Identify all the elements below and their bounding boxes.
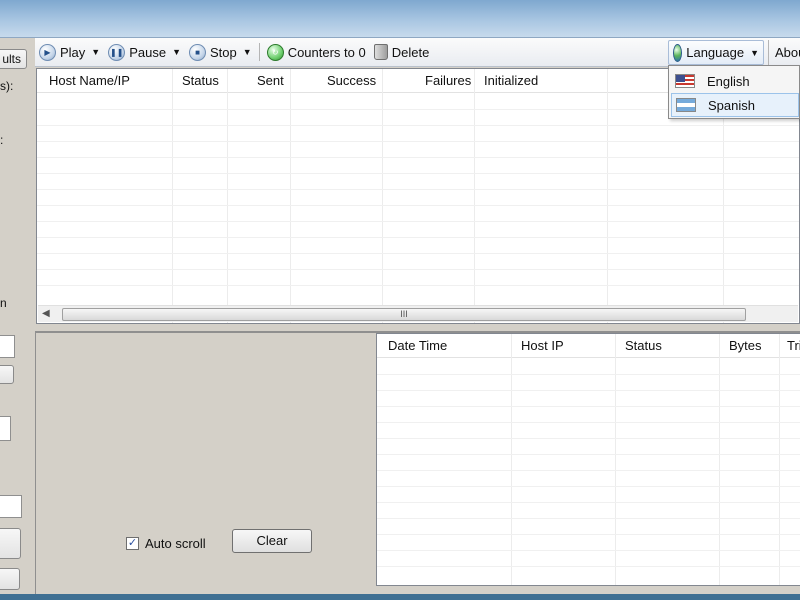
pause-icon: ❚❚ — [108, 43, 126, 61]
scrollbar-thumb[interactable]: III — [62, 308, 746, 321]
refresh-icon: ↻ — [266, 43, 284, 61]
play-dropdown-arrow-icon[interactable]: ▼ — [89, 47, 104, 57]
language-button[interactable]: Language ▼ — [668, 40, 764, 65]
left-browse-button[interactable] — [0, 365, 14, 384]
column-header-initialized[interactable]: Initialized — [484, 73, 538, 88]
us-flag-icon — [675, 74, 695, 88]
language-option-label: English — [707, 73, 750, 89]
log-table-header: Date Time Host IP Status Bytes Tri — [377, 334, 800, 358]
left-action-button-1[interactable] — [0, 528, 21, 559]
column-header-bytes[interactable]: Bytes — [729, 338, 762, 353]
counters-reset-button[interactable]: ↻ Counters to 0 — [263, 40, 370, 64]
column-header-trip-time[interactable]: Tri — [787, 338, 800, 353]
field-label: : — [0, 133, 4, 147]
play-button[interactable]: ▶ Play — [35, 40, 89, 64]
column-header-failures[interactable]: Failures — [425, 73, 471, 88]
language-label: Language — [686, 45, 745, 60]
language-option-label: Spanish — [708, 97, 755, 113]
language-option-spanish[interactable]: Spanish — [671, 93, 799, 117]
stop-icon: ■ — [189, 43, 207, 61]
stop-dropdown-arrow-icon[interactable]: ▼ — [241, 47, 256, 57]
trash-icon — [373, 44, 388, 60]
auto-scroll-check-icon: ✓ — [126, 537, 139, 550]
stop-button[interactable]: ■ Stop — [185, 40, 241, 64]
play-icon: ▶ — [39, 43, 56, 61]
interval-label: s): — [0, 79, 14, 93]
results-button[interactable]: ults — [0, 49, 27, 69]
globe-icon — [673, 43, 683, 62]
about-label: Abou — [775, 45, 800, 60]
left-action-button-2[interactable] — [0, 568, 20, 590]
toolbar: ▶ Play ▼ ❚❚ Pause ▼ ■ Stop ▼ ↻ Counters … — [35, 38, 800, 67]
column-header-sent[interactable]: Sent — [257, 73, 284, 88]
auto-scroll-checkbox[interactable]: ✓ Auto scroll — [126, 536, 206, 551]
left-input-2[interactable] — [0, 416, 11, 441]
toolbar-separator — [258, 43, 260, 61]
log-table[interactable]: Date Time Host IP Status Bytes Tri — [376, 333, 800, 586]
pause-dropdown-arrow-icon[interactable]: ▼ — [170, 47, 185, 57]
column-header-host[interactable]: Host Name/IP — [49, 73, 130, 88]
pause-label: Pause — [129, 44, 167, 60]
language-dropdown-arrow-icon: ▼ — [750, 47, 759, 58]
counters-label: Counters to 0 — [287, 44, 366, 60]
play-label: Play — [60, 44, 86, 60]
option-label: n — [0, 296, 7, 310]
scroll-left-arrow-icon[interactable]: ◀ — [42, 308, 50, 319]
pause-button[interactable]: ❚❚ Pause — [104, 40, 170, 64]
column-header-log-status[interactable]: Status — [625, 338, 662, 353]
window-title-bar — [0, 0, 800, 38]
clear-button[interactable]: Clear — [232, 529, 312, 553]
clear-button-label: Clear — [256, 533, 288, 548]
column-header-success[interactable]: Success — [327, 73, 376, 88]
about-button[interactable]: Abou — [768, 40, 800, 65]
left-input-1[interactable] — [0, 335, 15, 358]
taskbar-edge — [0, 594, 800, 600]
column-header-host-ip[interactable]: Host IP — [521, 338, 564, 353]
delete-label: Delete — [391, 44, 430, 60]
stop-label: Stop — [210, 44, 237, 60]
horizontal-scrollbar[interactable]: ◀ III — [38, 305, 798, 322]
argentina-flag-icon — [676, 98, 696, 112]
left-settings-panel: ults s): : n — [0, 38, 30, 594]
results-button-label: ults — [2, 52, 21, 66]
language-option-english[interactable]: English — [671, 69, 799, 93]
delete-button[interactable]: Delete — [370, 40, 434, 64]
auto-scroll-label: Auto scroll — [145, 536, 206, 551]
left-input-3[interactable] — [0, 495, 22, 518]
language-menu: English Spanish — [668, 65, 800, 119]
scrollbar-grip: III — [400, 309, 408, 319]
main-area: ▶ Play ▼ ❚❚ Pause ▼ ■ Stop ▼ ↻ Counters … — [35, 38, 800, 594]
log-panel: ✓ Auto scroll Clear Date Time Host IP St… — [35, 331, 800, 594]
column-header-date-time[interactable]: Date Time — [388, 338, 447, 353]
column-header-status[interactable]: Status — [182, 73, 219, 88]
